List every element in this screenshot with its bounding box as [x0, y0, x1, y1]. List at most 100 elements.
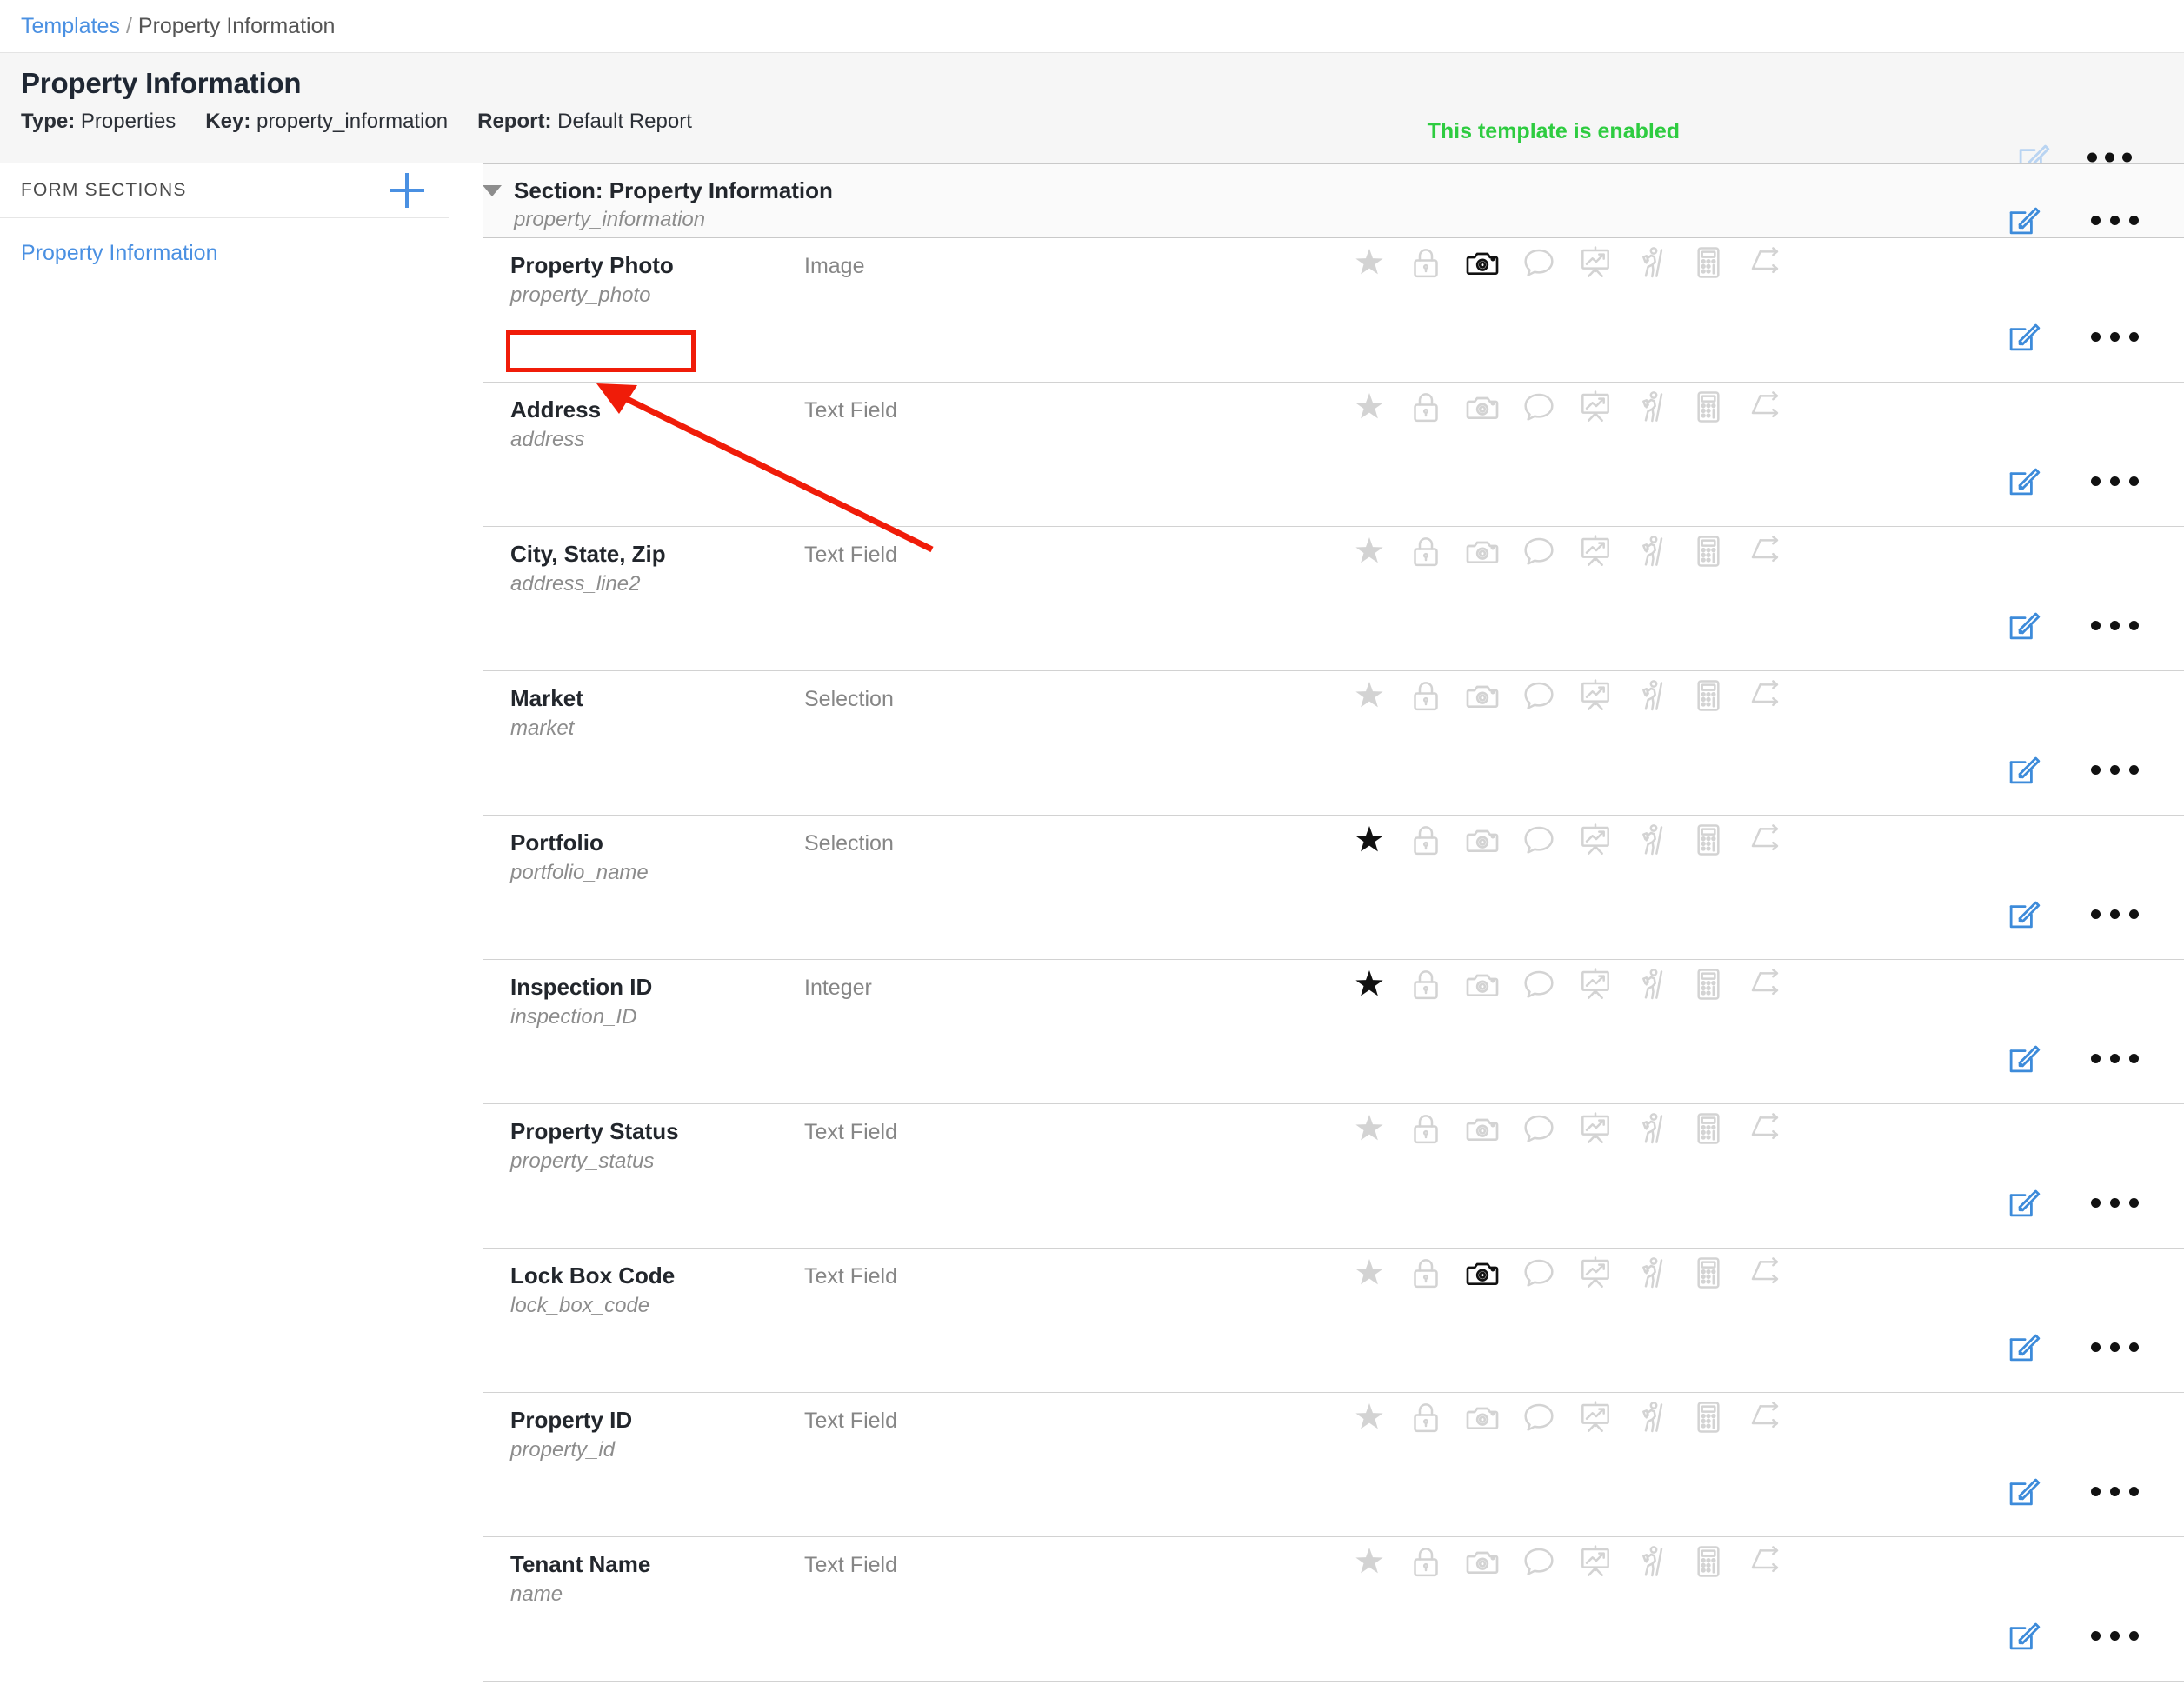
chart-easel-icon[interactable]: [1578, 678, 1613, 713]
camera-icon[interactable]: [1465, 1544, 1500, 1579]
row-more-button[interactable]: [2091, 1486, 2139, 1496]
flow-arrow-icon[interactable]: [1748, 678, 1782, 713]
comment-icon[interactable]: [1521, 1255, 1556, 1290]
star-icon[interactable]: [1352, 678, 1387, 713]
section-more-button[interactable]: [2091, 215, 2139, 225]
calculator-icon[interactable]: [1691, 1544, 1726, 1579]
row-more-button[interactable]: [2091, 764, 2139, 775]
header-more-button[interactable]: [2087, 152, 2132, 163]
camera-icon[interactable]: [1465, 390, 1500, 424]
comment-icon[interactable]: [1521, 1544, 1556, 1579]
chart-easel-icon[interactable]: [1578, 1255, 1613, 1290]
calculator-icon[interactable]: [1691, 823, 1726, 857]
camera-icon[interactable]: [1465, 1255, 1500, 1290]
lock-icon[interactable]: [1408, 823, 1443, 857]
flow-arrow-icon[interactable]: [1748, 823, 1782, 857]
lock-icon[interactable]: [1408, 678, 1443, 713]
lock-icon[interactable]: [1408, 1111, 1443, 1146]
comment-icon[interactable]: [1521, 1111, 1556, 1146]
camera-icon[interactable]: [1465, 1400, 1500, 1435]
lock-icon[interactable]: [1408, 967, 1443, 1002]
row-more-button[interactable]: [2091, 331, 2139, 342]
row-more-button[interactable]: [2091, 1342, 2139, 1352]
lock-icon[interactable]: [1408, 390, 1443, 424]
star-icon[interactable]: [1352, 534, 1387, 569]
hiker-icon[interactable]: [1635, 967, 1669, 1002]
chart-easel-icon[interactable]: [1578, 1544, 1613, 1579]
calculator-icon[interactable]: [1691, 967, 1726, 1002]
calculator-icon[interactable]: [1691, 390, 1726, 424]
chart-easel-icon[interactable]: [1578, 1111, 1613, 1146]
row-more-button[interactable]: [2091, 1053, 2139, 1063]
flow-arrow-icon[interactable]: [1748, 1255, 1782, 1290]
sidebar-item-property-information[interactable]: Property Information: [0, 218, 449, 266]
star-icon[interactable]: [1352, 1400, 1387, 1435]
hiker-icon[interactable]: [1635, 1111, 1669, 1146]
star-icon[interactable]: [1352, 1111, 1387, 1146]
row-edit-button[interactable]: [2006, 1040, 2042, 1076]
flow-arrow-icon[interactable]: [1748, 1400, 1782, 1435]
row-more-button[interactable]: [2091, 620, 2139, 630]
chart-easel-icon[interactable]: [1578, 967, 1613, 1002]
flow-arrow-icon[interactable]: [1748, 1544, 1782, 1579]
star-icon[interactable]: [1352, 1255, 1387, 1290]
row-edit-button[interactable]: [2006, 318, 2042, 355]
calculator-icon[interactable]: [1691, 1111, 1726, 1146]
calculator-icon[interactable]: [1691, 245, 1726, 280]
camera-icon[interactable]: [1465, 967, 1500, 1002]
chart-easel-icon[interactable]: [1578, 390, 1613, 424]
row-edit-button[interactable]: [2006, 1473, 2042, 1509]
star-icon[interactable]: [1352, 967, 1387, 1002]
lock-icon[interactable]: [1408, 1400, 1443, 1435]
hiker-icon[interactable]: [1635, 534, 1669, 569]
calculator-icon[interactable]: [1691, 678, 1726, 713]
flow-arrow-icon[interactable]: [1748, 534, 1782, 569]
chart-easel-icon[interactable]: [1578, 534, 1613, 569]
row-edit-button[interactable]: [2006, 1617, 2042, 1654]
star-icon[interactable]: [1352, 823, 1387, 857]
hiker-icon[interactable]: [1635, 678, 1669, 713]
hiker-icon[interactable]: [1635, 1544, 1669, 1579]
row-more-button[interactable]: [2091, 909, 2139, 919]
comment-icon[interactable]: [1521, 1400, 1556, 1435]
flow-arrow-icon[interactable]: [1748, 245, 1782, 280]
row-edit-button[interactable]: [2006, 1329, 2042, 1365]
row-edit-button[interactable]: [2006, 751, 2042, 788]
camera-icon[interactable]: [1465, 823, 1500, 857]
caret-down-icon[interactable]: [483, 185, 502, 196]
comment-icon[interactable]: [1521, 245, 1556, 280]
lock-icon[interactable]: [1408, 534, 1443, 569]
star-icon[interactable]: [1352, 390, 1387, 424]
lock-icon[interactable]: [1408, 1255, 1443, 1290]
chart-easel-icon[interactable]: [1578, 1400, 1613, 1435]
flow-arrow-icon[interactable]: [1748, 967, 1782, 1002]
lock-icon[interactable]: [1408, 245, 1443, 280]
star-icon[interactable]: [1352, 245, 1387, 280]
comment-icon[interactable]: [1521, 823, 1556, 857]
hiker-icon[interactable]: [1635, 1400, 1669, 1435]
row-more-button[interactable]: [2091, 476, 2139, 486]
camera-icon[interactable]: [1465, 245, 1500, 280]
star-icon[interactable]: [1352, 1544, 1387, 1579]
hiker-icon[interactable]: [1635, 1255, 1669, 1290]
row-edit-button[interactable]: [2006, 463, 2042, 499]
row-edit-button[interactable]: [2006, 1184, 2042, 1221]
camera-icon[interactable]: [1465, 678, 1500, 713]
calculator-icon[interactable]: [1691, 1400, 1726, 1435]
chart-easel-icon[interactable]: [1578, 823, 1613, 857]
comment-icon[interactable]: [1521, 534, 1556, 569]
add-section-button[interactable]: [390, 173, 424, 208]
comment-icon[interactable]: [1521, 967, 1556, 1002]
hiker-icon[interactable]: [1635, 245, 1669, 280]
lock-icon[interactable]: [1408, 1544, 1443, 1579]
comment-icon[interactable]: [1521, 390, 1556, 424]
camera-icon[interactable]: [1465, 534, 1500, 569]
calculator-icon[interactable]: [1691, 534, 1726, 569]
row-edit-button[interactable]: [2006, 896, 2042, 932]
comment-icon[interactable]: [1521, 678, 1556, 713]
flow-arrow-icon[interactable]: [1748, 1111, 1782, 1146]
hiker-icon[interactable]: [1635, 823, 1669, 857]
row-more-button[interactable]: [2091, 1630, 2139, 1641]
calculator-icon[interactable]: [1691, 1255, 1726, 1290]
camera-icon[interactable]: [1465, 1111, 1500, 1146]
